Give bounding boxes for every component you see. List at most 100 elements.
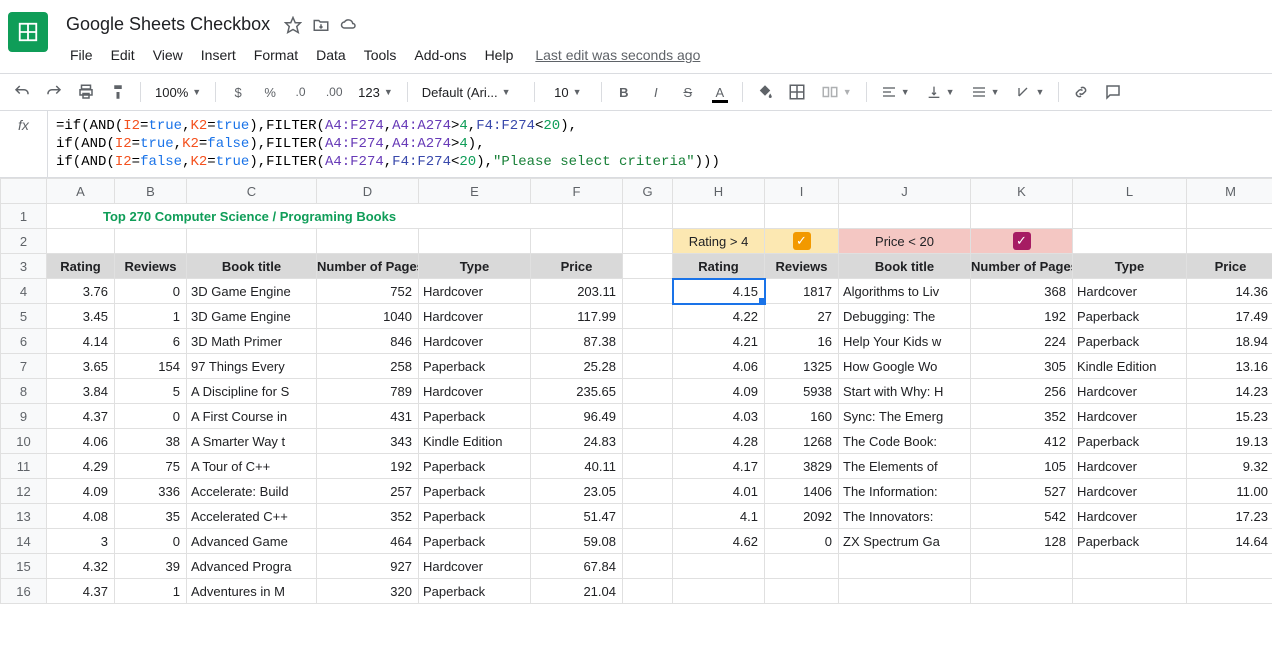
- cell[interactable]: 27: [765, 304, 839, 329]
- print-button[interactable]: [72, 78, 100, 106]
- cell[interactable]: Paperback: [419, 579, 531, 604]
- table-header[interactable]: Price: [531, 254, 623, 279]
- cell[interactable]: [1073, 204, 1187, 229]
- col-header-B[interactable]: B: [115, 179, 187, 204]
- row-header[interactable]: 3: [1, 254, 47, 279]
- cell[interactable]: 21.04: [531, 579, 623, 604]
- cell[interactable]: 3D Game Engine: [187, 279, 317, 304]
- menu-view[interactable]: View: [145, 43, 191, 67]
- cell[interactable]: 1268: [765, 429, 839, 454]
- cell[interactable]: Paperback: [1073, 304, 1187, 329]
- cell[interactable]: [623, 454, 673, 479]
- cell[interactable]: [623, 579, 673, 604]
- cell[interactable]: [623, 479, 673, 504]
- cell[interactable]: [623, 329, 673, 354]
- cell[interactable]: [673, 579, 765, 604]
- cell[interactable]: Paperback: [419, 354, 531, 379]
- cell[interactable]: 4.22: [673, 304, 765, 329]
- paint-format-button[interactable]: [104, 78, 132, 106]
- row-header[interactable]: 11: [1, 454, 47, 479]
- cell[interactable]: Hardcover: [1073, 479, 1187, 504]
- cell[interactable]: 9.32: [1187, 454, 1272, 479]
- cell[interactable]: [47, 229, 115, 254]
- cell[interactable]: Paperback: [1073, 529, 1187, 554]
- zoom-select[interactable]: 100%▼: [149, 78, 207, 106]
- cell[interactable]: Accelerate: Build: [187, 479, 317, 504]
- cell[interactable]: 431: [317, 404, 419, 429]
- more-formats-select[interactable]: 123▼: [352, 78, 399, 106]
- cell[interactable]: 23.05: [531, 479, 623, 504]
- cell[interactable]: 235.65: [531, 379, 623, 404]
- cell[interactable]: [1187, 204, 1272, 229]
- cell[interactable]: 3: [47, 529, 115, 554]
- col-header-A[interactable]: A: [47, 179, 115, 204]
- cell[interactable]: Hardcover: [1073, 504, 1187, 529]
- cell[interactable]: 5: [115, 379, 187, 404]
- cell[interactable]: 3.45: [47, 304, 115, 329]
- halign-button[interactable]: ▼: [875, 78, 916, 106]
- cell[interactable]: 51.47: [531, 504, 623, 529]
- text-color-button[interactable]: A: [706, 78, 734, 106]
- cell[interactable]: [971, 579, 1073, 604]
- cell[interactable]: Paperback: [1073, 429, 1187, 454]
- cell[interactable]: 97 Things Every: [187, 354, 317, 379]
- cell[interactable]: 320: [317, 579, 419, 604]
- filter-price-label[interactable]: Price < 20: [839, 229, 971, 254]
- menu-edit[interactable]: Edit: [103, 43, 143, 67]
- cell[interactable]: 224: [971, 329, 1073, 354]
- rotate-button[interactable]: ▼: [1009, 78, 1050, 106]
- cell[interactable]: Advanced Game: [187, 529, 317, 554]
- cell[interactable]: [115, 229, 187, 254]
- cell[interactable]: [673, 204, 765, 229]
- cell[interactable]: [1187, 554, 1272, 579]
- cell[interactable]: [673, 554, 765, 579]
- undo-button[interactable]: [8, 78, 36, 106]
- cell[interactable]: 40.11: [531, 454, 623, 479]
- cell[interactable]: [971, 554, 1073, 579]
- cell[interactable]: 19.13: [1187, 429, 1272, 454]
- cell[interactable]: 4.28: [673, 429, 765, 454]
- cell[interactable]: 18.94: [1187, 329, 1272, 354]
- cell[interactable]: Hardcover: [1073, 279, 1187, 304]
- cell[interactable]: 3829: [765, 454, 839, 479]
- table-header[interactable]: Type: [419, 254, 531, 279]
- row-header[interactable]: 5: [1, 304, 47, 329]
- move-icon[interactable]: [312, 16, 330, 34]
- cell[interactable]: 0: [115, 529, 187, 554]
- cell[interactable]: [623, 554, 673, 579]
- cell[interactable]: 25.28: [531, 354, 623, 379]
- bold-button[interactable]: B: [610, 78, 638, 106]
- cell[interactable]: 39: [115, 554, 187, 579]
- active-cell[interactable]: 4.15: [673, 279, 765, 304]
- cell[interactable]: Paperback: [1073, 329, 1187, 354]
- cell[interactable]: [839, 554, 971, 579]
- cell[interactable]: 4.62: [673, 529, 765, 554]
- strikethrough-button[interactable]: S: [674, 78, 702, 106]
- borders-button[interactable]: [783, 78, 811, 106]
- cell[interactable]: Advanced Progra: [187, 554, 317, 579]
- cell[interactable]: [623, 429, 673, 454]
- row-header[interactable]: 16: [1, 579, 47, 604]
- cell[interactable]: Hardcover: [1073, 454, 1187, 479]
- cell[interactable]: Sync: The Emerg: [839, 404, 971, 429]
- sheets-logo[interactable]: [8, 12, 48, 52]
- row-header[interactable]: 8: [1, 379, 47, 404]
- cell[interactable]: 4.32: [47, 554, 115, 579]
- cell[interactable]: ZX Spectrum Ga: [839, 529, 971, 554]
- cell[interactable]: 160: [765, 404, 839, 429]
- select-all-corner[interactable]: [1, 179, 47, 204]
- col-header-L[interactable]: L: [1073, 179, 1187, 204]
- font-size-select[interactable]: 10▼: [543, 78, 593, 106]
- cell[interactable]: 3.84: [47, 379, 115, 404]
- cell[interactable]: Start with Why: H: [839, 379, 971, 404]
- cell[interactable]: 1325: [765, 354, 839, 379]
- cell[interactable]: [623, 504, 673, 529]
- table-header[interactable]: Price: [1187, 254, 1272, 279]
- col-header-D[interactable]: D: [317, 179, 419, 204]
- cell[interactable]: 464: [317, 529, 419, 554]
- cell[interactable]: 927: [317, 554, 419, 579]
- redo-button[interactable]: [40, 78, 68, 106]
- cell[interactable]: Paperback: [419, 529, 531, 554]
- cell[interactable]: Paperback: [419, 404, 531, 429]
- cell[interactable]: [623, 304, 673, 329]
